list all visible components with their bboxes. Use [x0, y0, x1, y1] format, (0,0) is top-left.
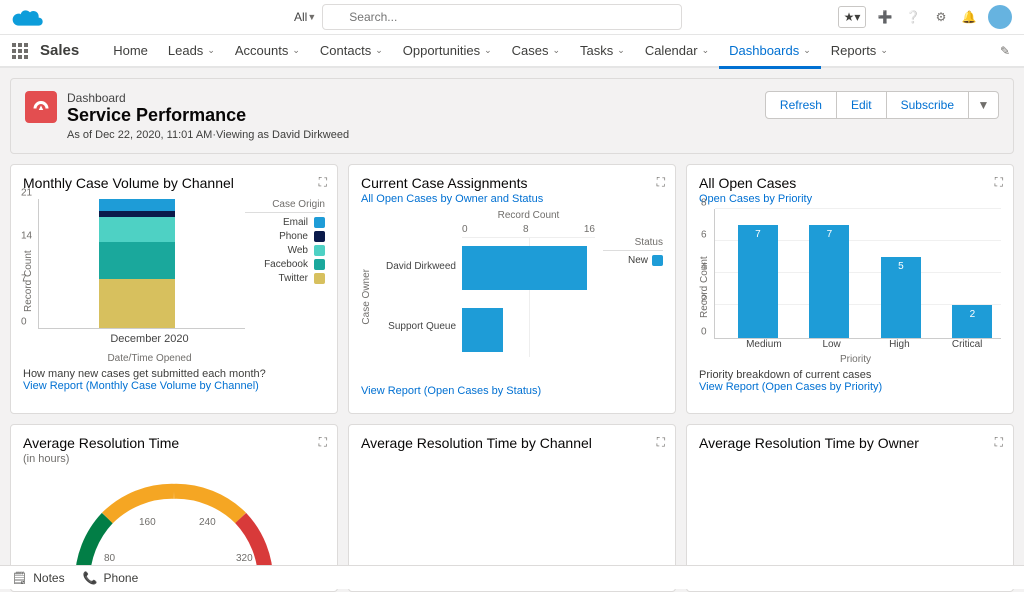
nav-dashboards[interactable]: Dashboards⌄: [719, 35, 821, 69]
chevron-down-icon: ⌄: [617, 45, 625, 56]
global-search: All ▼ 🔍: [294, 4, 682, 30]
add-icon[interactable]: ➕: [876, 8, 894, 26]
phone-icon: 📞: [83, 571, 98, 585]
card-subtitle: (in hours): [23, 453, 325, 465]
card-footer: Priority breakdown of current cases: [699, 369, 1001, 381]
header-actions: ★▾ ➕ ❔ ⚙ 🔔: [838, 5, 1012, 29]
view-report-link[interactable]: View Report (Monthly Case Volume by Chan…: [23, 380, 325, 392]
card-current-assignments: ⛶ Current Case Assignments All Open Case…: [348, 164, 676, 414]
nav-leads[interactable]: Leads⌄: [158, 34, 225, 68]
search-input[interactable]: [322, 4, 682, 30]
chevron-down-icon: ⌄: [207, 45, 215, 56]
chevron-down-icon: ⌄: [375, 45, 383, 56]
setup-gear-icon[interactable]: ⚙: [932, 8, 950, 26]
nav-opportunities[interactable]: Opportunities⌄: [393, 34, 502, 68]
chevron-down-icon: ⌄: [292, 45, 300, 56]
more-actions-dropdown[interactable]: ▼: [969, 91, 999, 119]
refresh-button[interactable]: Refresh: [765, 91, 837, 119]
card-subtitle: All Open Cases by Owner and Status: [361, 193, 663, 205]
page-actions: Refresh Edit Subscribe ▼: [765, 91, 999, 119]
chart-assignments: Case Owner David Dirkweed Support Queue …: [361, 237, 663, 357]
x-axis-label: Date/Time Opened: [54, 353, 245, 364]
expand-icon[interactable]: ⛶: [995, 175, 1003, 190]
card-title: Average Resolution Time by Owner: [699, 435, 1001, 451]
owner-label: David Dirkweed: [376, 261, 456, 272]
dashboard-header: Dashboard Service Performance As of Dec …: [10, 78, 1014, 154]
card-title: Average Resolution Time: [23, 435, 325, 451]
app-launcher-icon[interactable]: [12, 43, 28, 59]
legend: Case Origin Email Phone Web Facebook Twi…: [245, 199, 325, 364]
chart-monthly-volume: Record Count 0 7 14 21 December 2020: [23, 199, 325, 364]
top-axis-label: Record Count: [462, 210, 595, 221]
card-footer: How many new cases get submitted each mo…: [23, 368, 325, 380]
app-name: Sales: [40, 42, 79, 59]
dashboard-grid: ⛶ Monthly Case Volume by Channel Record …: [0, 164, 1024, 592]
notifications-bell-icon[interactable]: 🔔: [960, 8, 978, 26]
favorites-button[interactable]: ★▾: [838, 6, 866, 28]
x-axis-label: Priority: [710, 354, 1001, 365]
notes-utility[interactable]: 🗒 Notes: [12, 571, 65, 585]
card-monthly-case-volume: ⛶ Monthly Case Volume by Channel Record …: [10, 164, 338, 414]
page-subtitle: As of Dec 22, 2020, 11:01 AM·Viewing as …: [67, 129, 765, 141]
chevron-down-icon: ⌄: [880, 45, 888, 56]
expand-icon[interactable]: ⛶: [657, 175, 665, 190]
nav-cases[interactable]: Cases⌄: [502, 34, 570, 68]
nav-calendar[interactable]: Calendar⌄: [635, 34, 719, 68]
search-scope-label: All: [294, 10, 307, 24]
view-report-link[interactable]: View Report (Open Cases by Status): [361, 385, 663, 397]
expand-icon[interactable]: ⛶: [319, 175, 327, 190]
chevron-down-icon: ⌄: [702, 45, 710, 56]
legend: Status New: [603, 237, 663, 357]
chevron-down-icon: ⌄: [803, 45, 811, 56]
expand-icon[interactable]: ⛶: [995, 435, 1003, 450]
chevron-down-icon: ⌄: [552, 45, 560, 56]
nav-contacts[interactable]: Contacts⌄: [310, 34, 393, 68]
phone-utility[interactable]: 📞 Phone: [83, 571, 139, 585]
edit-button[interactable]: Edit: [837, 91, 887, 119]
card-open-cases: ⛶ All Open Cases Open Cases by Priority …: [686, 164, 1014, 414]
card-title: All Open Cases: [699, 175, 1001, 191]
card-subtitle: Open Cases by Priority: [699, 193, 1001, 205]
notes-icon: 🗒: [12, 571, 27, 585]
subscribe-button[interactable]: Subscribe: [887, 91, 969, 119]
card-title: Current Case Assignments: [361, 175, 663, 191]
help-icon[interactable]: ❔: [904, 8, 922, 26]
context-bar: Sales Home Leads⌄ Accounts⌄ Contacts⌄ Op…: [0, 34, 1024, 68]
chevron-down-icon: ⌄: [484, 45, 492, 56]
nav-accounts[interactable]: Accounts⌄: [225, 34, 310, 68]
search-scope-dropdown[interactable]: All ▼: [294, 10, 316, 24]
nav-reports[interactable]: Reports⌄: [821, 34, 898, 68]
global-header: All ▼ 🔍 ★▾ ➕ ❔ ⚙ 🔔: [0, 0, 1024, 34]
chart-open-cases: Record Count 0 2 4 6 8 7 7 5 2 Medium Lo…: [699, 209, 1001, 365]
card-title: Average Resolution Time by Channel: [361, 435, 663, 451]
expand-icon[interactable]: ⛶: [319, 435, 327, 450]
view-report-link[interactable]: View Report (Open Cases by Priority): [699, 381, 1001, 393]
edit-nav-pencil-icon[interactable]: ✎: [1000, 44, 1010, 58]
card-title: Monthly Case Volume by Channel: [23, 175, 325, 191]
y-axis-label: Case Owner: [361, 269, 372, 325]
nav-home[interactable]: Home: [103, 34, 158, 68]
chevron-down-icon: ▼: [307, 12, 316, 22]
nav-tasks[interactable]: Tasks⌄: [570, 34, 635, 68]
user-avatar[interactable]: [988, 5, 1012, 29]
dashboard-gauge-icon: [25, 91, 57, 123]
x-category: December 2020: [54, 333, 245, 345]
utility-bar: 🗒 Notes 📞 Phone: [0, 565, 1024, 589]
page-type: Dashboard: [67, 91, 765, 105]
salesforce-logo-icon: [12, 6, 44, 28]
owner-label: Support Queue: [376, 321, 456, 332]
expand-icon[interactable]: ⛶: [657, 435, 665, 450]
page-title: Service Performance: [67, 105, 765, 127]
